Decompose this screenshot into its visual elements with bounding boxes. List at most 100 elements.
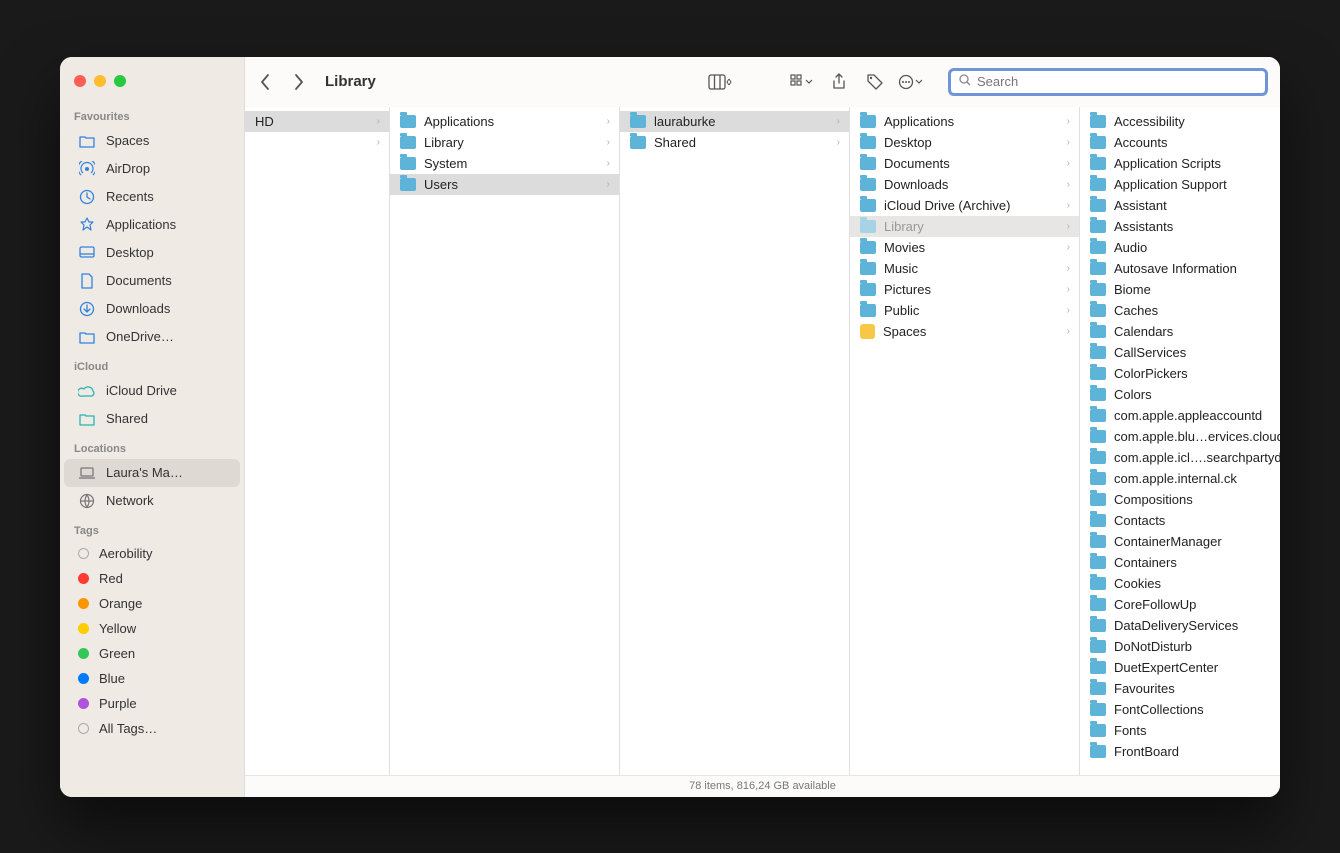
sidebar-item-spaces[interactable]: Spaces [64, 127, 240, 155]
minimize-button[interactable] [94, 75, 106, 87]
list-item[interactable]: ColorPickers› [1080, 363, 1280, 384]
list-item[interactable]: DataDeliveryServices› [1080, 615, 1280, 636]
chevron-right-icon: › [837, 116, 840, 127]
folder-icon [1090, 472, 1106, 485]
sidebar-item-downloads[interactable]: Downloads [64, 295, 240, 323]
list-item[interactable]: DoNotDisturb› [1080, 636, 1280, 657]
maximize-button[interactable] [114, 75, 126, 87]
list-item[interactable]: FrontBoard› [1080, 741, 1280, 762]
list-item[interactable]: Cookies› [1080, 573, 1280, 594]
sidebar-item-icloud-drive[interactable]: iCloud Drive [64, 377, 240, 405]
close-button[interactable] [74, 75, 86, 87]
list-item[interactable]: Library› [390, 132, 619, 153]
chevron-right-icon: › [1067, 305, 1070, 316]
list-item[interactable]: DuetExpertCenter› [1080, 657, 1280, 678]
list-item[interactable]: Applications› [850, 111, 1079, 132]
status-bar: 78 items, 816,24 GB available [245, 775, 1280, 797]
folder-icon [400, 157, 416, 170]
list-item[interactable]: Containers› [1080, 552, 1280, 573]
list-item[interactable]: Assistants› [1080, 216, 1280, 237]
list-item[interactable]: com.apple.blu…ervices.cloud› [1080, 426, 1280, 447]
folder-icon [860, 220, 876, 233]
tag-dot-icon [78, 698, 89, 709]
list-item[interactable]: Accounts› [1080, 132, 1280, 153]
list-item[interactable]: Assistant› [1080, 195, 1280, 216]
item-label: Assistant [1114, 198, 1280, 213]
list-item[interactable]: Accessibility› [1080, 111, 1280, 132]
list-item[interactable]: Autosave Information› [1080, 258, 1280, 279]
sidebar-item-blue[interactable]: Blue [64, 666, 240, 691]
search-field[interactable] [948, 68, 1268, 96]
sidebar-item-recents[interactable]: Recents [64, 183, 240, 211]
list-item[interactable]: CallServices› [1080, 342, 1280, 363]
list-item[interactable]: Caches› [1080, 300, 1280, 321]
share-button[interactable] [824, 68, 854, 96]
item-label: Users [424, 177, 599, 192]
list-item[interactable]: Desktop› [850, 132, 1079, 153]
list-item[interactable]: Applications› [390, 111, 619, 132]
list-item[interactable]: Library› [850, 216, 1079, 237]
list-item[interactable]: Application Support› [1080, 174, 1280, 195]
list-item[interactable]: com.apple.icl….searchpartyd› [1080, 447, 1280, 468]
list-item[interactable]: Downloads› [850, 174, 1079, 195]
list-item[interactable]: iCloud Drive (Archive)› [850, 195, 1079, 216]
list-item[interactable]: Calendars› [1080, 321, 1280, 342]
list-item[interactable]: Music› [850, 258, 1079, 279]
list-item[interactable]: CoreFollowUp› [1080, 594, 1280, 615]
sidebar-item-desktop[interactable]: Desktop [64, 239, 240, 267]
list-item[interactable]: Favourites› [1080, 678, 1280, 699]
list-item[interactable]: Public› [850, 300, 1079, 321]
list-item[interactable]: FontCollections› [1080, 699, 1280, 720]
list-item[interactable]: com.apple.appleaccountd› [1080, 405, 1280, 426]
list-item[interactable]: Shared› [620, 132, 849, 153]
list-item[interactable]: Audio› [1080, 237, 1280, 258]
list-item[interactable]: com.apple.internal.ck› [1080, 468, 1280, 489]
list-item[interactable]: › [245, 132, 389, 153]
sidebar-item-label: Applications [106, 217, 176, 232]
sidebar-item-aerobility[interactable]: Aerobility [64, 541, 240, 566]
view-columns-button[interactable] [706, 68, 736, 96]
folder-icon [1090, 241, 1106, 254]
list-item[interactable]: Movies› [850, 237, 1079, 258]
list-item[interactable]: Biome› [1080, 279, 1280, 300]
tags-button[interactable] [860, 68, 890, 96]
list-item[interactable]: Contacts› [1080, 510, 1280, 531]
sidebar-item-purple[interactable]: Purple [64, 691, 240, 716]
list-item[interactable]: Documents› [850, 153, 1079, 174]
sidebar-item-green[interactable]: Green [64, 641, 240, 666]
list-item[interactable]: Pictures› [850, 279, 1079, 300]
list-item[interactable]: Compositions› [1080, 489, 1280, 510]
group-by-button[interactable] [788, 68, 818, 96]
sidebar-item-red[interactable]: Red [64, 566, 240, 591]
actions-button[interactable] [896, 68, 926, 96]
list-item[interactable]: Users› [390, 174, 619, 195]
sidebar-item-orange[interactable]: Orange [64, 591, 240, 616]
sidebar-item-label: Documents [106, 273, 172, 288]
app-icon [860, 324, 875, 339]
tag-dot-icon [78, 673, 89, 684]
list-item[interactable]: Colors› [1080, 384, 1280, 405]
sidebar-item-yellow[interactable]: Yellow [64, 616, 240, 641]
globe-icon [78, 492, 96, 510]
sidebar-item-laura-s-ma-[interactable]: Laura's Ma… [64, 459, 240, 487]
list-item[interactable]: System› [390, 153, 619, 174]
item-label: Applications [884, 114, 1059, 129]
tag-dot-icon [78, 598, 89, 609]
chevron-right-icon: › [837, 137, 840, 148]
sidebar-item-all-tags-[interactable]: All Tags… [64, 716, 240, 741]
list-item[interactable]: lauraburke› [620, 111, 849, 132]
sidebar-item-network[interactable]: Network [64, 487, 240, 515]
forward-button[interactable] [285, 68, 313, 96]
list-item[interactable]: Fonts› [1080, 720, 1280, 741]
list-item[interactable]: ContainerManager› [1080, 531, 1280, 552]
sidebar-item-applications[interactable]: Applications [64, 211, 240, 239]
sidebar-item-documents[interactable]: Documents [64, 267, 240, 295]
sidebar-item-shared[interactable]: Shared [64, 405, 240, 433]
sidebar-item-airdrop[interactable]: AirDrop [64, 155, 240, 183]
list-item[interactable]: Spaces› [850, 321, 1079, 342]
list-item[interactable]: Application Scripts› [1080, 153, 1280, 174]
back-button[interactable] [251, 68, 279, 96]
list-item[interactable]: HD› [245, 111, 389, 132]
search-input[interactable] [977, 74, 1257, 89]
sidebar-item-onedrive-[interactable]: OneDrive… [64, 323, 240, 351]
